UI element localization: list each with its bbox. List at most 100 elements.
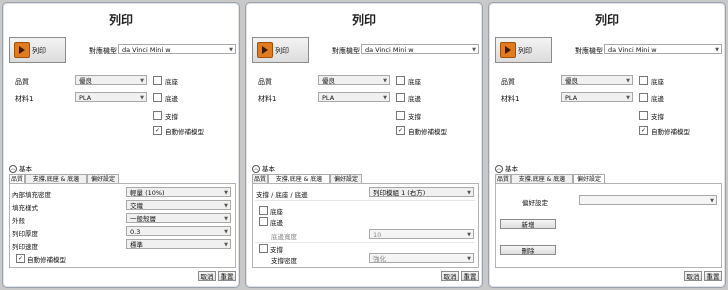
support-label-tab: 支撐 xyxy=(270,246,283,254)
reset-button[interactable]: 重置 xyxy=(461,271,479,281)
support-checkbox[interactable] xyxy=(396,111,405,120)
tab-support[interactable]: 支撐,底座 & 底邊 xyxy=(511,174,573,183)
machine-select[interactable]: da Vinci Mini w ▼ xyxy=(361,44,479,54)
print-play-icon xyxy=(500,42,516,58)
section-label: 基本 xyxy=(19,165,32,173)
material-label: 材料1 xyxy=(15,95,34,103)
cancel-button[interactable]: 取消 xyxy=(441,271,459,281)
brim-checkbox-tab[interactable] xyxy=(259,217,268,226)
tab-quality[interactable]: 品質 xyxy=(495,174,511,183)
delete-preset-button[interactable]: 刪除 xyxy=(500,245,556,255)
chevron-down-icon: ▼ xyxy=(467,256,471,262)
chevron-down-icon: ▼ xyxy=(626,78,630,84)
infill-density-select[interactable]: 輕量 (10%) ▼ xyxy=(126,187,231,197)
chevron-down-icon: ▼ xyxy=(710,198,714,204)
machine-select[interactable]: da Vinci Mini w ▼ xyxy=(118,44,236,54)
print-button-label: 列印 xyxy=(32,47,46,55)
panel-title: 列印 xyxy=(594,13,619,27)
support-extruder-select[interactable]: 列印模組 1 (右方) ▼ xyxy=(369,187,474,197)
print-play-icon xyxy=(14,42,30,58)
basic-section-toggle[interactable]: ︿ 基本 xyxy=(495,163,518,173)
quality-select[interactable]: 優良 ▼ xyxy=(75,75,147,85)
print-panel-support: 列印 列印 對應機型 da Vinci Mini w ▼ 品質 優良 ▼ 材料1 P… xyxy=(245,2,483,288)
material-label: 材料1 xyxy=(501,95,520,103)
material-value: PLA xyxy=(322,94,335,102)
print-button-label: 列印 xyxy=(275,47,289,55)
tab-preferences[interactable]: 偏好設定 xyxy=(87,174,119,183)
machine-value: da Vinci Mini w xyxy=(608,46,657,54)
print-button[interactable]: 列印 xyxy=(495,37,552,63)
support-density-select[interactable]: 強化 ▼ xyxy=(369,253,474,263)
quality-label: 品質 xyxy=(501,78,515,86)
panel-title: 列印 xyxy=(108,13,133,27)
tab-quality[interactable]: 品質 xyxy=(252,174,268,183)
chevron-down-icon: ▼ xyxy=(140,78,144,84)
quality-value: 優良 xyxy=(565,77,578,85)
basic-section-toggle[interactable]: ︿ 基本 xyxy=(9,163,32,173)
new-preset-button[interactable]: 新增 xyxy=(500,219,556,229)
autofix-label: 自動修補模型 xyxy=(651,128,690,136)
shell-select[interactable]: 一般殼層 ▼ xyxy=(126,213,231,223)
row-value: 一般殼層 xyxy=(130,215,156,223)
machine-select[interactable]: da Vinci Mini w ▼ xyxy=(604,44,722,54)
preferences-select[interactable]: ▼ xyxy=(579,195,717,205)
chevron-down-icon: ▼ xyxy=(626,95,630,101)
autofix-checkbox[interactable]: ✓ xyxy=(639,126,648,135)
quality-value: 優良 xyxy=(322,77,335,85)
brim-checkbox[interactable] xyxy=(153,93,162,102)
brim-checkbox[interactable] xyxy=(639,93,648,102)
basic-section-toggle[interactable]: ︿ 基本 xyxy=(252,163,275,173)
tab-autofix-label: 自動修補模型 xyxy=(27,256,66,264)
material-select[interactable]: PLA ▼ xyxy=(561,92,633,102)
quality-value: 優良 xyxy=(79,77,92,85)
cancel-button[interactable]: 取消 xyxy=(684,271,702,281)
machine-label: 對應機型 xyxy=(89,47,117,55)
material-value: PLA xyxy=(79,94,92,102)
quality-select[interactable]: 優良 ▼ xyxy=(561,75,633,85)
tab-support[interactable]: 支撐,底座 & 底邊 xyxy=(25,174,87,183)
brim-width-label: 底邊寬度 xyxy=(271,233,297,241)
brim-checkbox[interactable] xyxy=(396,93,405,102)
material-label: 材料1 xyxy=(258,95,277,103)
brim-label-tab: 底邊 xyxy=(270,219,283,227)
raft-checkbox[interactable] xyxy=(639,76,648,85)
quality-select[interactable]: 優良 ▼ xyxy=(318,75,390,85)
print-button[interactable]: 列印 xyxy=(9,37,66,63)
chevron-down-icon: ▼ xyxy=(383,78,387,84)
support-label: 支撐 xyxy=(408,113,421,121)
reset-button[interactable]: 重置 xyxy=(218,271,236,281)
print-button[interactable]: 列印 xyxy=(252,37,309,63)
panel-title: 列印 xyxy=(351,13,376,27)
cancel-button[interactable]: 取消 xyxy=(198,271,216,281)
tab-autofix-checkbox[interactable]: ✓ xyxy=(16,254,25,263)
chevron-down-icon: ▼ xyxy=(229,47,233,53)
autofix-checkbox[interactable]: ✓ xyxy=(396,126,405,135)
brim-width-select[interactable]: 10 ▼ xyxy=(369,229,474,239)
print-button-label: 列印 xyxy=(518,47,532,55)
infill-pattern-select[interactable]: 交織 ▼ xyxy=(126,200,231,210)
preferences-label: 偏好設定 xyxy=(522,199,548,207)
support-density-label: 支撐密度 xyxy=(271,257,297,265)
autofix-checkbox[interactable]: ✓ xyxy=(153,126,162,135)
raft-checkbox-tab[interactable] xyxy=(259,206,268,215)
raft-label: 底座 xyxy=(165,78,178,86)
divider xyxy=(255,200,475,201)
material-select[interactable]: PLA ▼ xyxy=(75,92,147,102)
raft-checkbox[interactable] xyxy=(396,76,405,85)
material-select[interactable]: PLA ▼ xyxy=(318,92,390,102)
divider xyxy=(255,242,475,243)
reset-button[interactable]: 重置 xyxy=(704,271,722,281)
row-label: 列印厚度 xyxy=(12,230,38,238)
support-checkbox-tab[interactable] xyxy=(259,244,268,253)
raft-checkbox[interactable] xyxy=(153,76,162,85)
support-label: 支撐 xyxy=(651,113,664,121)
preferences-tab-content: 偏好設定 ▼ 新增 刪除 xyxy=(495,183,722,268)
tab-preferences[interactable]: 偏好設定 xyxy=(330,174,362,183)
print-speed-select[interactable]: 標準 ▼ xyxy=(126,239,231,249)
row-label: 內部填充密度 xyxy=(12,191,51,199)
support-checkbox[interactable] xyxy=(153,111,162,120)
support-checkbox[interactable] xyxy=(639,111,648,120)
row-value: 標準 xyxy=(130,241,143,249)
support-tab-content: 支撐 / 底座 / 底邊 列印模組 1 (右方) ▼ 底座 底邊 底邊寬度 10 ▼… xyxy=(252,183,479,268)
layer-height-select[interactable]: 0.3 ▼ xyxy=(126,226,231,236)
